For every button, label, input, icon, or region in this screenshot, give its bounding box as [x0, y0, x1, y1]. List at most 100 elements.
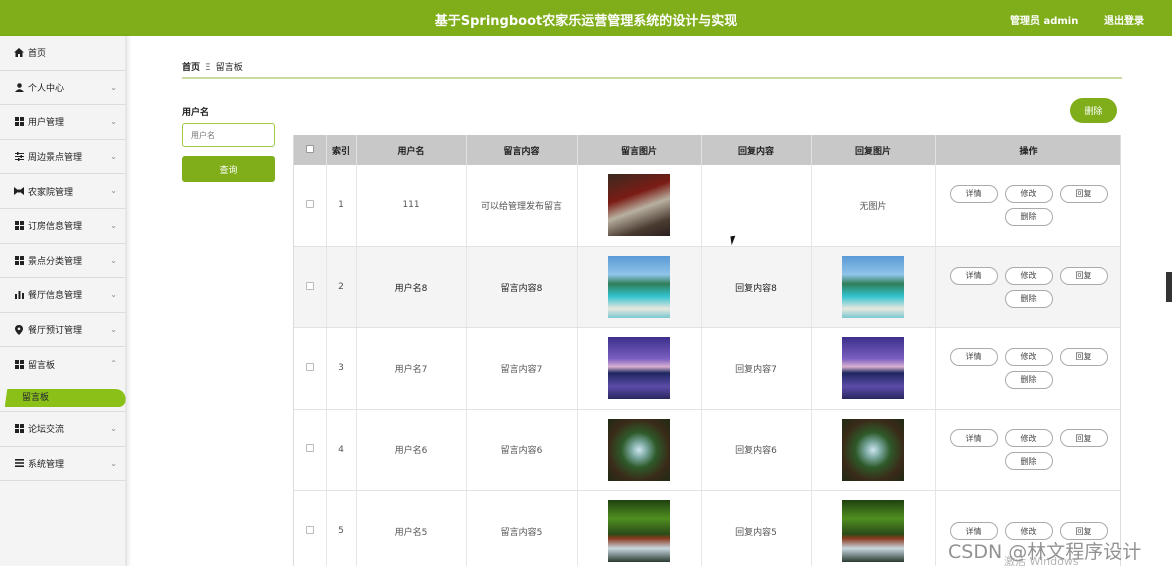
chevron-down-icon: ⌄	[110, 82, 117, 92]
app-title: 基于Springboot农家乐运营管理系统的设计与实现	[434, 14, 738, 29]
beach-photo	[608, 256, 670, 319]
cell-no-image: 无图片	[811, 165, 936, 247]
cell-content: 留言内容6	[466, 409, 578, 492]
select-all-checkbox[interactable]	[305, 144, 314, 153]
sidebar-item-label: 周边景点管理	[28, 153, 83, 164]
sidebar-item-booking-info[interactable]: 订房信息管理 ⌄	[0, 209, 125, 244]
sidebar-item-system[interactable]: 系统管理 ⌄	[0, 447, 125, 482]
reply-button[interactable]: 回复	[1059, 184, 1108, 203]
detail-button[interactable]: 详情	[949, 266, 998, 285]
reply-button[interactable]: 回复	[1059, 347, 1108, 366]
cell-reply: 回复内容8	[701, 246, 812, 329]
grid-icon	[14, 221, 24, 231]
forest-photo	[842, 418, 904, 481]
table-row: 3 用户名7 留言内容7 回复内容7 详情 修改 回复 删除	[294, 327, 1120, 410]
sidebar-item-forum[interactable]: 论坛交流 ⌄	[0, 412, 125, 447]
row-checkbox[interactable]	[305, 362, 314, 371]
column-header-reply-image: 回复图片	[811, 135, 936, 165]
chevron-down-icon: ⌄	[110, 458, 117, 468]
sidebar-item-label: 餐厅预订管理	[28, 326, 83, 337]
search-button[interactable]: 查询	[182, 156, 275, 182]
row-checkbox[interactable]	[305, 199, 314, 208]
sidebar-item-message-board[interactable]: 留言板 ⌃	[0, 347, 125, 382]
sidebar-item-home[interactable]: 首页	[0, 36, 125, 71]
breadcrumb-separator: Ξ	[205, 63, 211, 73]
breadcrumb-current: 留言板	[215, 63, 243, 73]
grid-icon	[14, 360, 24, 370]
row-actions: 详情 修改 回复 删除	[944, 184, 1114, 226]
sidebar-item-label: 论坛交流	[28, 425, 65, 436]
sidebar-item-attraction-category[interactable]: 景点分类管理 ⌄	[0, 244, 125, 279]
sidebar-item-label: 留言板	[28, 361, 56, 372]
breadcrumb-divider	[182, 77, 1122, 79]
sidebar-item-user-management[interactable]: 用户管理 ⌄	[0, 105, 125, 140]
reply-button[interactable]: 回复	[1059, 429, 1108, 448]
sidebar-item-label: 景点分类管理	[28, 256, 83, 267]
sidebar-subitem-label: 留言板	[22, 392, 50, 403]
chevron-down-icon: ⌄	[110, 151, 117, 161]
sidebar-item-label: 首页	[28, 49, 47, 60]
sidebar-item-label: 系统管理	[28, 459, 65, 470]
sidebar-subitem-message-board[interactable]: 留言板	[0, 382, 128, 412]
sidebar-item-restaurant-info[interactable]: 餐厅信息管理 ⌄	[0, 278, 125, 313]
batch-delete-button[interactable]: 删除	[1070, 98, 1117, 123]
chevron-down-icon: ⌄	[110, 324, 117, 334]
grid-icon	[14, 424, 24, 434]
column-header-index: 索引	[326, 135, 357, 165]
row-actions: 详情 修改 回复 删除	[944, 347, 1114, 389]
chevron-up-icon: ⌃	[110, 359, 117, 369]
breadcrumb-home[interactable]: 首页	[182, 63, 200, 73]
edit-button[interactable]: 修改	[1004, 184, 1053, 203]
edit-button[interactable]: 修改	[1004, 429, 1053, 448]
delete-button[interactable]: 删除	[1004, 289, 1053, 308]
admin-label: 管理员 admin	[1010, 16, 1079, 27]
row-checkbox[interactable]	[305, 281, 314, 290]
top-bar: 基于Springboot农家乐运营管理系统的设计与实现 管理员 admin 退出…	[0, 0, 1172, 36]
cell-reply	[701, 165, 812, 247]
select-all-cell	[294, 135, 327, 165]
reply-button[interactable]: 回复	[1059, 266, 1108, 285]
lake-photo	[842, 337, 904, 400]
waterfall-photo	[842, 500, 904, 563]
table-header-row: 索引 用户名 留言内容 留言图片 回复内容 回复图片 操作	[294, 135, 1120, 165]
column-header-username: 用户名	[356, 135, 467, 165]
sidebar-item-attractions[interactable]: 周边景点管理 ⌄	[0, 140, 125, 175]
table-row: 2 用户名8 留言内容8 回复内容8 详情 修改 回复 删除	[294, 246, 1120, 329]
delete-button[interactable]: 删除	[1004, 370, 1053, 389]
row-actions: 详情 修改 回复 删除	[944, 266, 1114, 308]
mouse-cursor-icon	[730, 235, 737, 246]
chevron-down-icon: ⌄	[110, 423, 117, 433]
side-scroll-handle[interactable]	[1166, 272, 1172, 302]
edit-button[interactable]: 修改	[1004, 347, 1053, 366]
cell-content: 可以给管理发布留言	[466, 165, 578, 247]
delete-button[interactable]: 删除	[1004, 452, 1053, 471]
car-photo	[608, 174, 670, 237]
row-checkbox[interactable]	[305, 444, 314, 453]
detail-button[interactable]: 详情	[949, 429, 998, 448]
waterfall-photo	[608, 500, 670, 563]
user-icon	[14, 82, 24, 92]
edit-button[interactable]: 修改	[1004, 266, 1053, 285]
cell-index: 3	[326, 327, 357, 410]
column-header-reply: 回复内容	[701, 135, 812, 165]
cell-index: 5	[326, 490, 357, 566]
detail-button[interactable]: 详情	[949, 347, 998, 366]
sidebar-item-farmhouse[interactable]: 农家院管理 ⌄	[0, 174, 125, 209]
grid-icon	[14, 255, 24, 265]
search-input[interactable]	[182, 123, 275, 147]
cell-index: 2	[326, 246, 357, 329]
cell-content: 留言内容7	[466, 327, 578, 410]
row-checkbox[interactable]	[305, 525, 314, 534]
detail-button[interactable]: 详情	[949, 184, 998, 203]
location-pin-icon	[14, 324, 24, 335]
logout-button[interactable]: 退出登录	[1104, 12, 1144, 27]
sidebar-item-personal-center[interactable]: 个人中心 ⌄	[0, 71, 125, 106]
windows-activation-watermark: 激活 Windows	[1004, 555, 1079, 566]
chevron-down-icon: ⌄	[110, 220, 117, 230]
bowtie-icon	[14, 186, 24, 196]
cell-reply: 回复内容5	[701, 490, 812, 566]
sidebar-item-restaurant-booking[interactable]: 餐厅预订管理 ⌄	[0, 313, 125, 348]
sidebar-item-label: 个人中心	[28, 83, 65, 94]
cell-content: 留言内容8	[466, 246, 578, 329]
delete-button[interactable]: 删除	[1004, 207, 1053, 226]
